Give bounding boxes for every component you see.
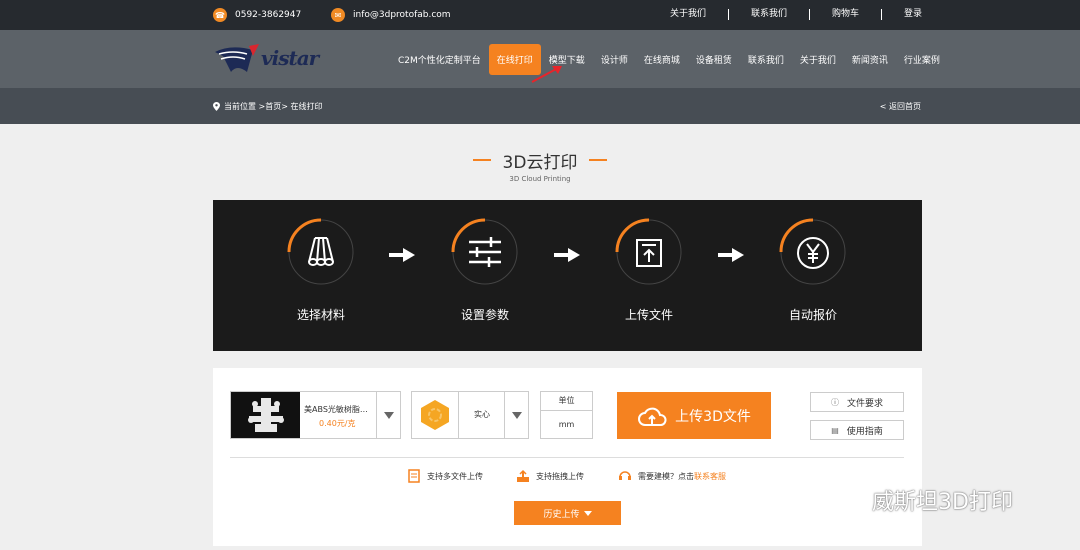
unit-label: 单位: [541, 392, 592, 411]
unit-field[interactable]: 单位 mm: [540, 391, 593, 439]
step-label: 选择材料: [296, 308, 345, 322]
nav-item-c2m[interactable]: C2M个性化定制平台: [398, 53, 481, 66]
infill-swatch: [412, 392, 459, 438]
breadcrumb: 当前位置 >首页> 在线打印: [213, 101, 323, 112]
phone-contact: ☎ 0592-3862947: [213, 8, 301, 22]
top-links: 关于我们 联系我们 购物车 登录: [670, 9, 922, 20]
material-price: 0.40元/克: [319, 419, 356, 428]
feature-modeling-help: 需要建模？点击 联系客服: [618, 469, 726, 483]
upload-label: 上传3D文件: [675, 408, 751, 425]
step-set-params: 设置参数: [443, 218, 527, 323]
guide-icon: ▤: [831, 425, 839, 435]
infill-dropdown-toggle[interactable]: [504, 392, 528, 438]
material-select[interactable]: 美ABS光敏树脂… 0.40元/克: [230, 391, 401, 439]
top-contact-bar: ☎ 0592-3862947 ✉ info@3dprotofab.com 关于我…: [0, 0, 1080, 30]
flow-arrow-icon: [718, 248, 744, 262]
email-contact: ✉ info@3dprotofab.com: [331, 8, 451, 22]
upload-3d-file-button[interactable]: 上传3D文件: [617, 392, 771, 439]
file-requirements-button[interactable]: ⓘ 文件要求: [810, 392, 904, 412]
back-home-link[interactable]: < 返回首页: [880, 101, 921, 112]
divider: [230, 457, 904, 458]
top-link-login[interactable]: 登录: [882, 9, 922, 20]
flow-arrow-icon: [389, 248, 415, 262]
infill-select[interactable]: 实心: [411, 391, 529, 439]
headset-icon: [619, 471, 631, 480]
nav-item-cases[interactable]: 行业案例: [904, 53, 940, 66]
material-dropdown-toggle[interactable]: [376, 392, 400, 438]
nav-item-news[interactable]: 新闻资讯: [852, 53, 888, 66]
page-subtitle: 3D Cloud Printing: [509, 174, 571, 183]
watermark: 威斯坦3D打印: [830, 484, 1013, 516]
user-guide-button[interactable]: ▤ 使用指南: [810, 420, 904, 440]
nav-item-contact[interactable]: 联系我们: [748, 53, 784, 66]
feature-drag-upload: 支持拖拽上传: [516, 469, 584, 483]
chevron-down-icon: [383, 411, 394, 419]
hexagon-icon: [421, 400, 449, 430]
nav-item-shop[interactable]: 在线商城: [644, 53, 680, 66]
chevron-down-icon: [511, 411, 522, 419]
materials-icon: [287, 218, 354, 285]
logo-wordmark: vistar: [261, 46, 319, 70]
cloud-upload-icon: [638, 407, 667, 426]
caret-down-icon: [583, 510, 592, 516]
feature-multi-upload: 支持多文件上传: [407, 469, 483, 483]
nav-menu: C2M个性化定制平台 在线打印 模型下载 设计师 在线商城 设备租赁 联系我们 …: [398, 43, 956, 75]
page-title: 3D云打印: [502, 152, 578, 173]
breadcrumb-bar: 当前位置 >首页> 在线打印 < 返回首页: [0, 88, 1080, 124]
logo-emblem: [215, 44, 259, 72]
main-nav: vistar C2M个性化定制平台 在线打印 模型下载 设计师 在线商城 设备租…: [0, 30, 1080, 88]
material-name: 美ABS光敏树脂…: [304, 405, 368, 414]
upload-icon: [615, 218, 682, 285]
feature-modeling-text: 需要建模？点击: [638, 471, 694, 481]
step-label: 自动报价: [788, 308, 837, 322]
mail-icon: ✉: [331, 8, 345, 22]
wechat-icon: [831, 488, 863, 512]
process-steps: 选择材料 设置参数 上传文件 自动报价: [213, 200, 922, 351]
heading-dash-left: [472, 159, 491, 161]
material-thumbnail: [231, 392, 300, 438]
sliders-icon: [451, 218, 518, 285]
feature-drag-label: 支持拖拽上传: [536, 471, 584, 481]
step-select-material: 选择材料: [279, 218, 363, 323]
email-address[interactable]: info@3dprotofab.com: [353, 10, 451, 20]
flow-arrow-icon: [554, 248, 580, 262]
section-heading: 3D云打印 3D Cloud Printing: [0, 146, 1080, 183]
annotation-arrow-icon: [531, 66, 562, 83]
breadcrumb-text: 当前位置 >首页> 在线打印: [224, 102, 323, 111]
top-link-about[interactable]: 关于我们: [670, 9, 729, 20]
phone-number: 0592-3862947: [235, 10, 302, 20]
history-upload-label: 历史上传: [543, 509, 580, 520]
user-guide-label: 使用指南: [846, 426, 883, 437]
step-label: 设置参数: [460, 308, 509, 322]
nav-item-rental[interactable]: 设备租赁: [696, 53, 732, 66]
nav-item-about[interactable]: 关于我们: [800, 53, 836, 66]
top-link-cart[interactable]: 购物车: [810, 9, 882, 20]
step-label: 上传文件: [624, 308, 673, 322]
nav-item-designer[interactable]: 设计师: [601, 53, 628, 66]
history-upload-button[interactable]: 历史上传: [514, 501, 621, 525]
document-icon: [408, 469, 420, 483]
feature-multi-label: 支持多文件上传: [427, 471, 483, 481]
infill-value: 实心: [474, 410, 490, 419]
file-requirements-label: 文件要求: [846, 398, 883, 409]
unit-value: mm: [558, 420, 575, 429]
heading-dash-right: [589, 159, 608, 161]
top-link-contact[interactable]: 联系我们: [729, 9, 810, 20]
upload-panel: 美ABS光敏树脂… 0.40元/克 实心 单位 mm 上传3D文件 ⓘ 文件要求…: [213, 368, 922, 546]
step-upload-file: 上传文件: [607, 218, 691, 323]
yen-icon: [779, 218, 846, 285]
phone-icon: ☎: [213, 8, 227, 22]
info-icon: ⓘ: [830, 397, 839, 407]
site-logo[interactable]: vistar: [213, 42, 323, 76]
drag-upload-icon: [517, 469, 529, 482]
step-auto-quote: 自动报价: [771, 218, 855, 323]
location-pin-icon: [213, 102, 220, 111]
contact-support-link[interactable]: 联系客服: [694, 471, 726, 482]
watermark-text: 威斯坦3D打印: [872, 490, 1013, 515]
